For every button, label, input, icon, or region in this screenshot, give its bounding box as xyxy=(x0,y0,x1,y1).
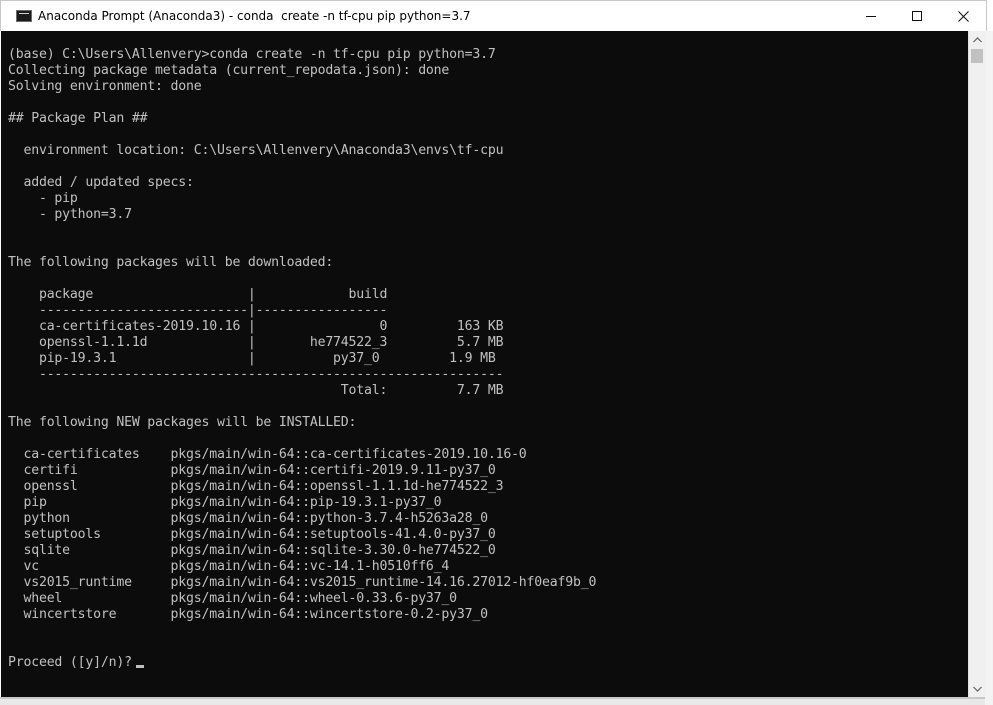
console-line: certifi pkgs/main/win-64::certifi-2019.9… xyxy=(8,463,496,478)
console-line: The following NEW packages will be INSTA… xyxy=(8,415,357,430)
console-line: The following packages will be downloade… xyxy=(8,255,334,270)
minimize-button[interactable] xyxy=(848,1,894,31)
window-controls xyxy=(848,1,986,31)
console-icon xyxy=(16,10,32,22)
console-line: Solving environment: done xyxy=(8,79,202,94)
background-window-edge xyxy=(985,31,993,705)
console-line: ca-certificates-2019.10.16 | 0 163 KB xyxy=(8,319,504,334)
scroll-down-icon xyxy=(973,686,982,692)
scroll-up-icon xyxy=(973,36,982,42)
window-title: Anaconda Prompt (Anaconda3) - conda crea… xyxy=(38,9,471,23)
console-output[interactable]: (base) C:\Users\Allenvery>conda create -… xyxy=(1,31,968,697)
console-line: ---------------------------|------------… xyxy=(8,303,388,318)
console-line: sqlite pkgs/main/win-64::sqlite-3.30.0-h… xyxy=(8,543,496,558)
console-line: pip pkgs/main/win-64::pip-19.3.1-py37_0 xyxy=(8,495,442,510)
console-line: pip-19.3.1 | py37_0 1.9 MB xyxy=(8,351,496,366)
console-line: - pip xyxy=(8,191,78,206)
console-line: package | build xyxy=(8,287,388,302)
console-line: ----------------------------------------… xyxy=(8,367,504,382)
text-cursor xyxy=(135,665,144,668)
console-line: wheel pkgs/main/win-64::wheel-0.33.6-py3… xyxy=(8,591,457,606)
console-line: openssl pkgs/main/win-64::openssl-1.1.1d… xyxy=(8,479,504,494)
console-text: (base) C:\Users\Allenvery>conda create -… xyxy=(8,47,596,671)
console-line: environment location: C:\Users\Allenvery… xyxy=(8,143,504,158)
console-line: vc pkgs/main/win-64::vc-14.1-h0510ff6_4 xyxy=(8,559,450,574)
title-bar[interactable]: Anaconda Prompt (Anaconda3) - conda crea… xyxy=(0,0,987,31)
close-icon xyxy=(957,10,969,22)
scroll-up-button[interactable] xyxy=(969,31,986,48)
vertical-scrollbar[interactable] xyxy=(968,31,985,697)
minimize-icon xyxy=(866,15,876,17)
console-line: setuptools pkgs/main/win-64::setuptools-… xyxy=(8,527,496,542)
maximize-icon xyxy=(912,11,922,21)
console-line: (base) C:\Users\Allenvery>conda create -… xyxy=(8,47,496,62)
console-line: added / updated specs: xyxy=(8,175,194,190)
scrollbar-thumb[interactable] xyxy=(971,49,983,63)
scroll-down-button[interactable] xyxy=(969,680,986,697)
console-line: python pkgs/main/win-64::python-3.7.4-h5… xyxy=(8,511,488,526)
console-line: ## Package Plan ## xyxy=(8,111,148,126)
console-line: ca-certificates pkgs/main/win-64::ca-cer… xyxy=(8,447,527,462)
console-line: Collecting package metadata (current_rep… xyxy=(8,63,450,78)
close-button[interactable] xyxy=(940,1,986,31)
maximize-button[interactable] xyxy=(894,1,940,31)
console-line: wincertstore pkgs/main/win-64::wincertst… xyxy=(8,607,488,622)
console-line: vs2015_runtime pkgs/main/win-64::vs2015_… xyxy=(8,575,597,590)
prompt-line: Proceed ([y]/n)? xyxy=(8,655,596,671)
console-line: openssl-1.1.1d | he774522_3 5.7 MB xyxy=(8,335,504,350)
confirm-prompt: Proceed ([y]/n)? xyxy=(8,655,132,670)
window-bottom-edge xyxy=(0,697,985,705)
console-line: Total: 7.7 MB xyxy=(8,383,504,398)
console-line: - python=3.7 xyxy=(8,207,132,222)
console-window: Anaconda Prompt (Anaconda3) - conda crea… xyxy=(0,0,993,705)
